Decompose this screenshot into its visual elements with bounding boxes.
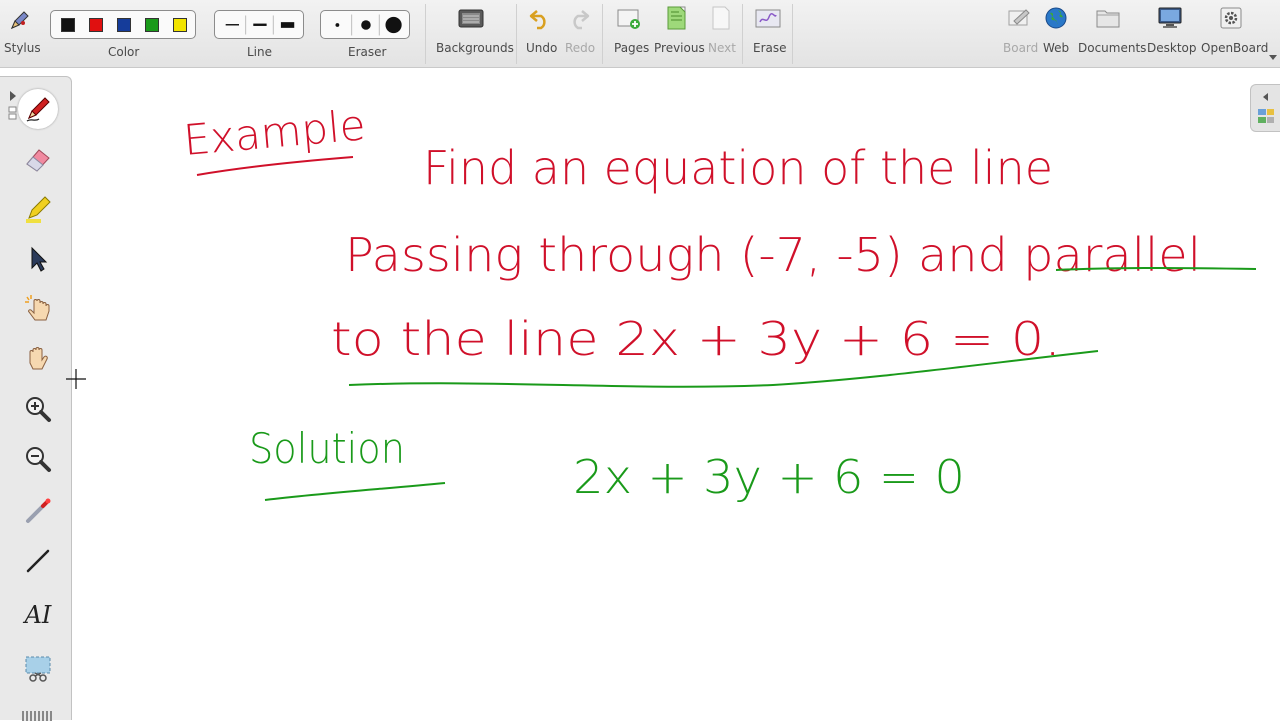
whiteboard-canvas[interactable]: Example Find an equation of the line Pas…: [73, 69, 1280, 720]
pages-label: Pages: [614, 41, 650, 55]
next-page-button[interactable]: Next: [704, 0, 738, 68]
previous-page-button[interactable]: Previous: [652, 0, 705, 68]
board-icon: [1008, 9, 1030, 26]
zoom-out-tool[interactable]: [18, 439, 58, 479]
eraser-medium-option[interactable]: [354, 14, 379, 35]
line-width-palette: [214, 10, 304, 39]
color-swatch-red[interactable]: [89, 17, 103, 32]
toolbar-separator: [792, 4, 793, 64]
web-label: Web: [1043, 41, 1070, 55]
eraser-large-option[interactable]: [381, 14, 405, 35]
color-swatch-black[interactable]: [61, 17, 75, 32]
folder-icon: [1096, 10, 1120, 28]
color-swatch-yellow[interactable]: [173, 17, 187, 32]
eraser-tool[interactable]: [18, 139, 58, 179]
eraser-small-option[interactable]: [325, 14, 350, 35]
board-mode-button[interactable]: Board: [1000, 0, 1038, 68]
redo-icon: [573, 10, 590, 30]
capture-icon: [25, 656, 51, 682]
stylus-button[interactable]: Stylus: [0, 0, 42, 68]
problem-line-1: Find an equation of the line: [423, 141, 1053, 195]
erase-label: Erase: [753, 41, 787, 55]
add-page-icon: [617, 9, 640, 29]
monitor-icon: [1158, 7, 1182, 28]
zoom-out-icon: [26, 447, 51, 472]
redo-label: Redo: [565, 41, 596, 55]
problem-line-3: to the line 2x + 3y + 6 = 0.: [331, 312, 1061, 366]
web-mode-button[interactable]: Web: [1040, 0, 1072, 68]
line-label: Line: [247, 45, 273, 59]
color-swatch-blue[interactable]: [117, 17, 131, 32]
erase-board-button[interactable]: Erase: [748, 0, 788, 68]
line-thin-option[interactable]: [219, 15, 244, 34]
tool-palette-dock: AI: [0, 76, 72, 721]
documents-label: Documents: [1078, 41, 1147, 55]
laser-pointer-icon: [26, 498, 51, 523]
desktop-mode-button[interactable]: Desktop: [1144, 0, 1197, 68]
color-label: Color: [108, 45, 140, 59]
interact-tool[interactable]: [18, 289, 58, 329]
selector-tool[interactable]: [18, 239, 58, 279]
top-toolbar: Stylus Color Line Eraser Backgrounds Und…: [0, 0, 1280, 68]
eraser-group: Eraser: [320, 0, 412, 68]
zoom-in-icon: [26, 397, 51, 422]
line-tool[interactable]: [18, 541, 58, 581]
solution-equation: 2x + 3y + 6 = 0: [573, 450, 965, 504]
example-heading: Example: [182, 100, 368, 165]
stylus-icon: [11, 11, 29, 29]
toolbar-separator: [516, 4, 517, 64]
eraser-size-palette: [320, 10, 410, 39]
hand-icon: [29, 347, 48, 370]
erase-board-icon: [755, 9, 781, 28]
line-group: Line: [212, 0, 306, 68]
globe-icon: [1045, 7, 1067, 29]
undo-button[interactable]: Undo: [522, 0, 560, 68]
highlighter-tool[interactable]: [18, 189, 58, 229]
openboard-menu-button[interactable]: OpenBoard: [1198, 0, 1268, 68]
gear-icon: [1220, 7, 1242, 29]
color-group: Color: [48, 0, 198, 68]
desktop-label: Desktop: [1147, 41, 1197, 55]
hand-tool[interactable]: [18, 339, 58, 379]
line-thick-option[interactable]: [275, 15, 299, 34]
problem-line-2: Passing through (-7, -5) and parallel: [345, 228, 1201, 282]
backgrounds-label: Backgrounds: [436, 41, 514, 55]
documents-mode-button[interactable]: Documents: [1076, 0, 1146, 68]
openboard-label: OpenBoard: [1201, 41, 1269, 55]
laser-pointer-tool[interactable]: [18, 491, 58, 531]
eraser-icon: [26, 149, 50, 172]
toolbar-separator: [742, 4, 743, 64]
eraser-label: Eraser: [348, 45, 387, 59]
pen-icon: [26, 97, 50, 122]
solution-heading: Solution: [249, 424, 405, 473]
redo-button[interactable]: Redo: [562, 0, 598, 68]
previous-page-icon: [667, 6, 686, 30]
interact-hand-icon: [25, 295, 50, 321]
text-tool[interactable]: AI: [18, 595, 58, 635]
previous-label: Previous: [654, 41, 705, 55]
toolbar-separator: [425, 4, 426, 64]
next-page-icon: [712, 6, 730, 30]
color-swatch-green[interactable]: [145, 17, 159, 32]
capture-tool[interactable]: [18, 649, 58, 689]
next-label: Next: [708, 41, 736, 55]
crosshair-cursor-icon: [66, 369, 86, 389]
pen-tool[interactable]: [18, 89, 58, 129]
zoom-in-tool[interactable]: [18, 389, 58, 429]
stylus-label: Stylus: [4, 41, 41, 55]
toolbar-overflow-arrow-icon[interactable]: [1268, 52, 1278, 62]
undo-icon: [529, 10, 546, 30]
undo-label: Undo: [526, 41, 558, 55]
line-icon: [26, 549, 50, 573]
backgrounds-button[interactable]: Backgrounds: [430, 0, 514, 68]
color-palette: [50, 10, 196, 39]
toolbar-separator: [602, 4, 603, 64]
selector-icon: [31, 246, 48, 272]
line-medium-option[interactable]: [248, 15, 273, 34]
pages-button[interactable]: Pages: [608, 0, 650, 68]
solution-underline: [264, 482, 446, 501]
board-label: Board: [1003, 41, 1039, 55]
backgrounds-icon: [458, 9, 484, 28]
highlighter-icon: [26, 196, 51, 223]
